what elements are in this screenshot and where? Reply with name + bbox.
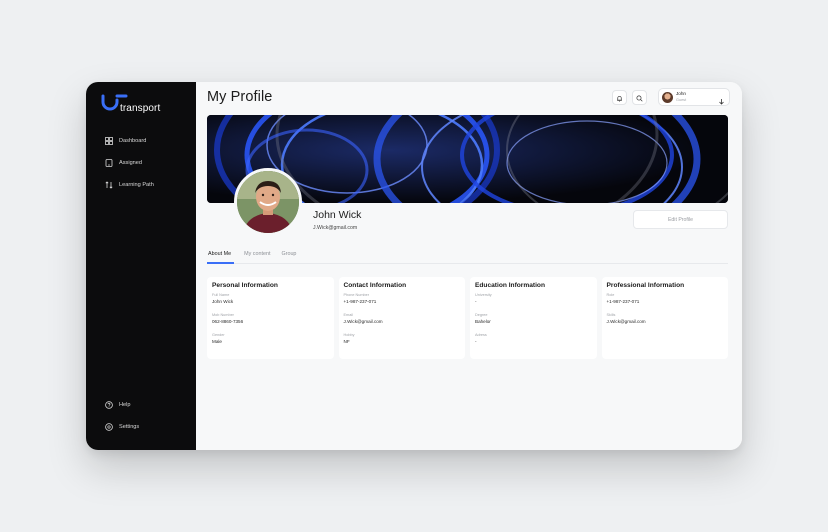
- field-value: J.Wick@gmail.com: [343, 319, 383, 324]
- card-title: Education Information: [475, 282, 545, 289]
- tab-about-me[interactable]: About Me: [207, 248, 235, 264]
- field-label: Full Name: [212, 293, 230, 297]
- field-label: Adress: [475, 333, 487, 337]
- field-label: Gender: [212, 333, 225, 337]
- search-icon: [636, 89, 643, 107]
- card-title: Personal Information: [212, 282, 278, 289]
- edit-profile-button[interactable]: Edit Profile: [633, 210, 728, 229]
- field-value: Bahelor: [475, 319, 491, 324]
- info-field: Phone Number +1-987-237-071: [344, 293, 461, 304]
- profile-name: John Wick: [313, 209, 362, 221]
- sidebar-item-settings[interactable]: Settings: [86, 416, 196, 438]
- info-field: Skills J.Wick@gmail.com: [607, 313, 724, 324]
- info-field: University -: [475, 293, 592, 304]
- field-label: University: [475, 293, 492, 297]
- card-title: Professional Information: [606, 282, 685, 289]
- profile-email: J.Wick@gmail.com: [313, 225, 358, 231]
- profile-tabs: About Me My content Group: [207, 248, 728, 264]
- field-value: -: [475, 339, 477, 344]
- notifications-button[interactable]: [612, 90, 627, 105]
- main-content: My Profile John Guest John Wick J.Wick@g…: [196, 82, 742, 450]
- field-value: -: [475, 299, 477, 304]
- help-icon: [105, 401, 113, 409]
- sidebar-item-label: Settings: [119, 424, 140, 430]
- sidebar-item-help[interactable]: Help: [86, 394, 196, 416]
- personal-information-card: Personal Information Full Name John Wick…: [207, 277, 334, 359]
- field-value: +1-987-237-071: [606, 299, 640, 304]
- grid-icon: [105, 137, 113, 145]
- info-field: Hobby NF: [344, 333, 461, 344]
- info-field: Role +1-987-237-071: [607, 293, 724, 304]
- page-title: My Profile: [207, 89, 273, 105]
- profile-photo-image: [237, 171, 299, 233]
- field-label: Hobby: [343, 333, 355, 337]
- sidebar-item-learning-path[interactable]: Learning Path: [86, 174, 196, 196]
- field-value: John Wick: [212, 299, 234, 304]
- field-value: J.Wick@gmail.com: [606, 319, 646, 324]
- bell-icon: [616, 89, 623, 107]
- field-value: Male: [212, 339, 222, 344]
- card-title: Contact Information: [343, 282, 407, 289]
- sidebar-footer: Help Settings: [86, 394, 196, 438]
- settings-icon: [105, 423, 113, 431]
- info-field: Mob Number 062-8860-7356: [212, 313, 329, 324]
- chevron-down-icon: [718, 93, 725, 111]
- info-field: Degree Bahelor: [475, 313, 592, 324]
- swap-icon: [105, 181, 113, 189]
- sidebar-item-assigned[interactable]: Assigned: [86, 152, 196, 174]
- sidebar-item-label: Dashboard: [119, 138, 147, 144]
- sidebar-item-label: Learning Path: [119, 182, 154, 188]
- info-cards: Personal Information Full Name John Wick…: [207, 277, 728, 359]
- tab-my-content[interactable]: My content: [243, 248, 271, 264]
- sidebar-item-label: Assigned: [119, 160, 143, 166]
- field-value: 062-8860-7356: [212, 319, 244, 324]
- field-value: +1-987-237-071: [343, 299, 377, 304]
- tablet-icon: [105, 159, 113, 167]
- profile-photo[interactable]: [234, 168, 302, 236]
- brand-logo[interactable]: transport: [100, 94, 190, 116]
- field-label: Phone Number: [343, 293, 370, 297]
- field-label: Email: [343, 313, 354, 317]
- contact-information-card: Contact Information Phone Number +1-987-…: [338, 277, 465, 359]
- sidebar: transport Dashboard Assigned Learning Pa…: [86, 82, 196, 450]
- info-field: Full Name John Wick: [212, 293, 329, 304]
- search-button[interactable]: [632, 90, 647, 105]
- user-name: John: [676, 91, 686, 96]
- field-value: NF: [343, 339, 350, 344]
- app-window: transport Dashboard Assigned Learning Pa…: [86, 82, 742, 450]
- tab-group[interactable]: Group: [280, 248, 297, 264]
- sidebar-item-dashboard[interactable]: Dashboard: [86, 130, 196, 152]
- avatar: [662, 92, 673, 103]
- top-bar: My Profile John Guest: [196, 82, 742, 114]
- field-label: Role: [606, 293, 615, 297]
- info-field: Adress -: [475, 333, 592, 344]
- field-label: Skills: [606, 313, 616, 317]
- info-field: Email J.Wick@gmail.com: [344, 313, 461, 324]
- sidebar-item-label: Help: [119, 402, 131, 408]
- info-field: Gender Male: [212, 333, 329, 344]
- brand-name: transport: [120, 103, 161, 114]
- user-menu[interactable]: John Guest: [658, 88, 730, 106]
- user-role: Guest: [676, 98, 687, 102]
- field-label: Mob Number: [212, 313, 234, 317]
- field-label: Degree: [475, 313, 488, 317]
- professional-information-card: Professional Information Role +1-987-237…: [601, 277, 728, 359]
- sidebar-nav: Dashboard Assigned Learning Path: [86, 130, 196, 196]
- education-information-card: Education Information University - Degre…: [470, 277, 597, 359]
